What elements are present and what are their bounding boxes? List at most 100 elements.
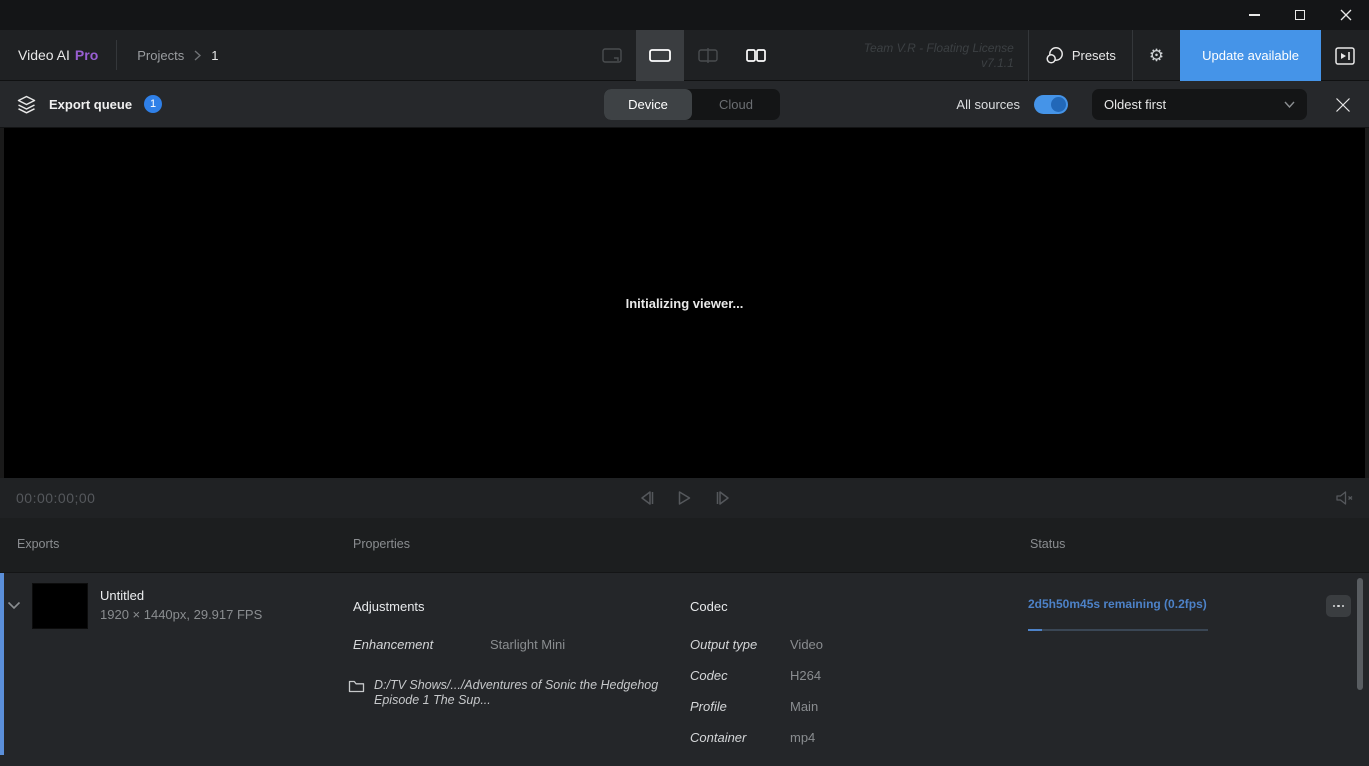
breadcrumb: Projects 1 — [117, 30, 238, 80]
output-path-line2: Episode 1 The Sup... — [374, 693, 674, 708]
view-fit-button[interactable] — [588, 30, 636, 81]
container-value: mp4 — [790, 730, 815, 745]
queue-count-badge: 1 — [144, 95, 162, 113]
segment-device[interactable]: Device — [604, 89, 692, 120]
close-queue-button[interactable] — [1329, 97, 1369, 113]
side-by-side-view-icon — [746, 49, 766, 62]
export-metadata: 1920 × 1440px, 29.917 FPS — [100, 607, 262, 622]
breadcrumb-projects[interactable]: Projects — [137, 48, 184, 63]
presets-icon — [1045, 46, 1064, 65]
app-window: Video AI Pro Projects 1 Team V. — [0, 0, 1369, 766]
previous-frame-button[interactable] — [636, 487, 658, 509]
close-icon — [1335, 97, 1351, 113]
presets-button[interactable]: Presets — [1029, 30, 1132, 81]
row-selected-accent — [0, 573, 4, 755]
queue-bar-right: All sources Oldest first — [956, 81, 1369, 128]
breadcrumb-current: 1 — [211, 48, 218, 63]
video-thumbnail[interactable] — [32, 583, 88, 629]
codec-value: H264 — [790, 668, 821, 683]
volume-muted-icon — [1335, 490, 1355, 506]
sort-order-value: Oldest first — [1104, 97, 1166, 112]
fit-view-icon — [602, 48, 622, 63]
toggle-panel-button[interactable] — [1321, 30, 1369, 81]
app-header: Video AI Pro Projects 1 Team V. — [0, 30, 1369, 81]
presets-label: Presets — [1072, 48, 1116, 63]
play-icon — [677, 490, 692, 506]
ellipsis-icon — [1333, 605, 1336, 608]
row-expand-button[interactable] — [7, 597, 21, 615]
viewer-canvas: Initializing viewer... — [4, 128, 1365, 478]
device-cloud-segmented-control: Device Cloud — [604, 89, 780, 120]
codec-heading: Codec — [690, 599, 728, 614]
viewer-area: Initializing viewer... — [0, 128, 1369, 478]
gear-icon: ⚙ — [1149, 46, 1164, 66]
enhancement-label: Enhancement — [353, 637, 433, 652]
export-queue-bar: Export queue 1 Device Cloud All sources … — [0, 81, 1369, 128]
mute-button[interactable] — [1335, 490, 1355, 506]
export-row[interactable]: Untitled 1920 × 1440px, 29.917 FPS Adjus… — [0, 573, 1369, 766]
folder-icon — [348, 679, 365, 699]
vertical-scrollbar[interactable] — [1357, 578, 1363, 690]
view-single-button[interactable] — [636, 30, 684, 81]
layers-icon — [16, 95, 37, 114]
close-icon — [1340, 9, 1352, 21]
minimize-button[interactable] — [1231, 0, 1277, 30]
profile-value: Main — [790, 699, 818, 714]
sort-order-dropdown[interactable]: Oldest first — [1092, 89, 1307, 120]
progress-fill — [1028, 629, 1042, 631]
export-queue-title: Export queue — [49, 97, 132, 112]
codec-label: Codec — [690, 668, 728, 683]
export-queue-title-group: Export queue 1 — [0, 95, 162, 114]
maximize-icon — [1295, 10, 1305, 20]
next-frame-button[interactable] — [712, 487, 734, 509]
viewer-status-text: Initializing viewer... — [626, 296, 744, 311]
segment-cloud[interactable]: Cloud — [692, 89, 780, 120]
all-sources-toggle[interactable] — [1034, 95, 1068, 114]
update-available-button[interactable]: Update available — [1180, 30, 1321, 81]
transport-controls — [0, 487, 1369, 509]
previous-frame-icon — [638, 490, 656, 506]
header-right: Team V.R - Floating License v7.1.1 Prese… — [838, 30, 1369, 81]
column-header-status: Status — [1030, 537, 1065, 551]
settings-button[interactable]: ⚙ — [1133, 30, 1180, 81]
row-menu-button[interactable] — [1326, 595, 1351, 617]
output-path[interactable]: D:/TV Shows/.../Adventures of Sonic the … — [374, 678, 674, 708]
panel-toggle-icon — [1335, 47, 1355, 65]
toggle-knob — [1051, 97, 1066, 112]
profile-label: Profile — [690, 699, 727, 714]
minimize-icon — [1249, 14, 1260, 16]
export-status-text: 2d5h50m45s remaining (0.2fps) — [1028, 597, 1207, 611]
container-label: Container — [690, 730, 746, 745]
next-frame-icon — [714, 490, 732, 506]
export-title: Untitled — [100, 588, 144, 603]
output-type-value: Video — [790, 637, 823, 652]
all-sources-label: All sources — [956, 97, 1020, 112]
single-view-icon — [649, 49, 671, 62]
view-mode-group — [588, 30, 780, 81]
maximize-button[interactable] — [1277, 0, 1323, 30]
adjustments-heading: Adjustments — [353, 599, 425, 614]
export-progress-bar — [1028, 629, 1208, 631]
titlebar — [0, 0, 1369, 30]
output-path-line1: D:/TV Shows/.../Adventures of Sonic the … — [374, 678, 674, 693]
split-view-icon — [697, 48, 719, 63]
license-info: Team V.R - Floating License v7.1.1 — [838, 30, 1028, 81]
license-version: v7.1.1 — [981, 56, 1014, 71]
close-button[interactable] — [1323, 0, 1369, 30]
chevron-down-icon — [1284, 101, 1295, 108]
enhancement-value: Starlight Mini — [490, 637, 565, 652]
output-type-label: Output type — [690, 637, 757, 652]
play-button[interactable] — [674, 487, 696, 509]
app-logo: Video AI Pro — [0, 30, 116, 80]
license-name: Team V.R - Floating License — [864, 41, 1014, 56]
chevron-right-icon — [194, 50, 201, 61]
app-name: Video AI — [18, 47, 70, 63]
queue-table-header: Exports Properties Status — [0, 518, 1369, 573]
view-side-by-side-button[interactable] — [732, 30, 780, 81]
view-split-button[interactable] — [684, 30, 732, 81]
chevron-down-icon — [7, 601, 21, 610]
transport-bar: 00:00:00;00 — [0, 478, 1369, 518]
column-header-properties: Properties — [353, 537, 410, 551]
update-label: Update available — [1202, 48, 1299, 63]
app-tier-badge: Pro — [75, 47, 98, 63]
